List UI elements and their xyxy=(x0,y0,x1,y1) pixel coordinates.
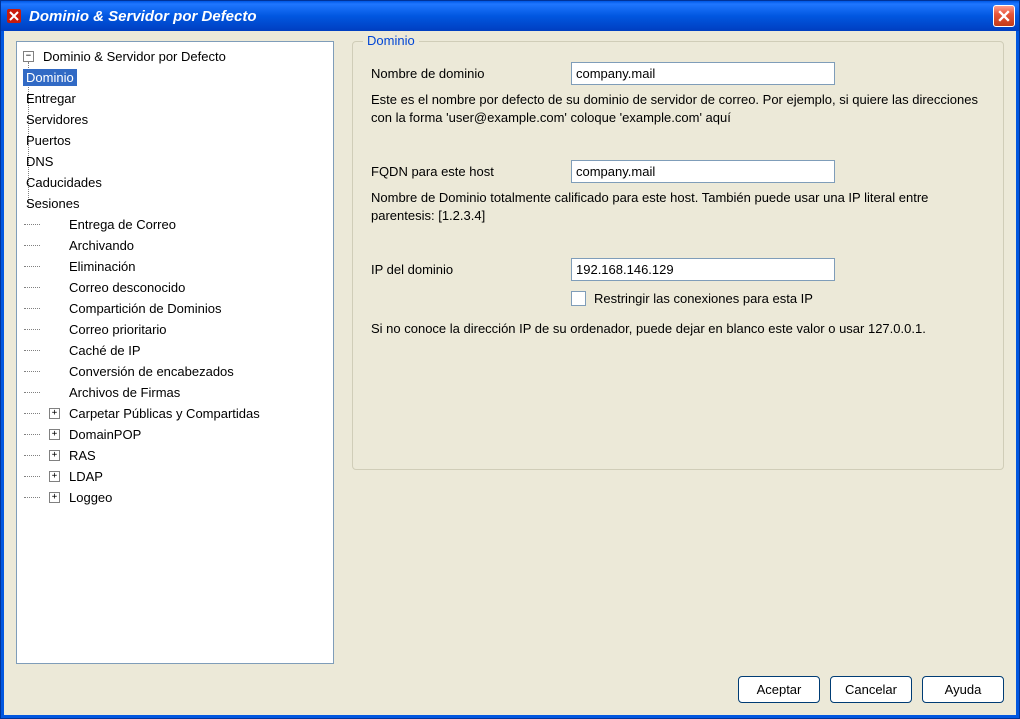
titlebar: Dominio & Servidor por Defecto xyxy=(1,1,1019,31)
tree-item-root[interactable]: − Dominio & Servidor por Defecto xyxy=(19,46,331,67)
tree-item[interactable]: + Carpetar Públicas y Compartidas xyxy=(45,403,331,424)
window-title: Dominio & Servidor por Defecto xyxy=(29,8,993,25)
tree-label: DomainPOP xyxy=(66,426,144,443)
tree-item[interactable]: Archivos de Firmas xyxy=(45,382,331,403)
app-icon xyxy=(5,7,23,25)
tree-label: Caducidades xyxy=(23,174,105,191)
restrict-ip-checkbox[interactable] xyxy=(571,291,586,306)
tree-label: Entrega de Correo xyxy=(66,216,179,233)
tree-label: Eliminación xyxy=(66,258,138,275)
tree-item[interactable]: Entregar xyxy=(19,88,331,109)
tree-label: DNS xyxy=(23,153,56,170)
tree-label: Correo prioritario xyxy=(66,321,170,338)
domain-name-label: Nombre de dominio xyxy=(371,66,571,81)
tree-item[interactable]: Dominio xyxy=(19,67,331,88)
tree-label: Dominio xyxy=(23,69,77,86)
restrict-ip-label: Restringir las conexiones para esta IP xyxy=(594,291,813,306)
ip-label: IP del dominio xyxy=(371,262,571,277)
collapse-icon[interactable]: − xyxy=(23,51,34,62)
ip-input[interactable] xyxy=(571,258,835,281)
close-button[interactable] xyxy=(993,5,1015,27)
tree-item[interactable]: Correo desconocido xyxy=(45,277,331,298)
tree-item[interactable]: + DomainPOP xyxy=(45,424,331,445)
group-title: Dominio xyxy=(363,33,419,48)
tree-label: Caché de IP xyxy=(66,342,144,359)
ip-help: Si no conoce la dirección IP de su orden… xyxy=(371,320,985,338)
expand-icon[interactable]: + xyxy=(49,408,60,419)
help-button[interactable]: Ayuda xyxy=(922,676,1004,703)
domain-name-help: Este es el nombre por defecto de su domi… xyxy=(371,91,985,126)
tree-item[interactable]: Eliminación xyxy=(45,256,331,277)
tree-item[interactable]: Entrega de Correo xyxy=(45,214,331,235)
tree-label: Dominio & Servidor por Defecto xyxy=(40,48,229,65)
tree-item[interactable]: Archivando xyxy=(45,235,331,256)
navigation-tree[interactable]: − Dominio & Servidor por Defecto Dominio… xyxy=(16,41,334,664)
tree-item[interactable]: Caché de IP xyxy=(45,340,331,361)
fqdn-label: FQDN para este host xyxy=(371,164,571,179)
expand-icon[interactable]: + xyxy=(49,450,60,461)
tree-label: RAS xyxy=(66,447,99,464)
expand-icon[interactable]: + xyxy=(49,492,60,503)
domain-name-input[interactable] xyxy=(571,62,835,85)
tree-label: LDAP xyxy=(66,468,106,485)
tree-label: Archivos de Firmas xyxy=(66,384,183,401)
tree-label: Loggeo xyxy=(66,489,115,506)
expand-icon[interactable]: + xyxy=(49,429,60,440)
tree-item[interactable]: + LDAP xyxy=(45,466,331,487)
tree-item[interactable]: + Loggeo xyxy=(45,487,331,508)
tree-item[interactable]: Puertos xyxy=(19,130,331,151)
tree-item[interactable]: Conversión de encabezados xyxy=(45,361,331,382)
tree-label: Servidores xyxy=(23,111,91,128)
tree-label: Puertos xyxy=(23,132,74,149)
tree-label: Carpetar Públicas y Compartidas xyxy=(66,405,263,422)
tree-label: Compartición de Dominios xyxy=(66,300,224,317)
fqdn-input[interactable] xyxy=(571,160,835,183)
tree-label: Archivando xyxy=(66,237,137,254)
button-bar: Aceptar Cancelar Ayuda xyxy=(16,676,1004,703)
tree-item[interactable]: Sesiones xyxy=(19,193,331,214)
tree-label: Sesiones xyxy=(23,195,82,212)
tree-item[interactable]: Compartición de Dominios xyxy=(45,298,331,319)
domain-groupbox: Dominio Nombre de dominio Este es el nom… xyxy=(352,41,1004,470)
tree-item[interactable]: Caducidades xyxy=(19,172,331,193)
tree-item[interactable]: + RAS xyxy=(45,445,331,466)
fqdn-help: Nombre de Dominio totalmente calificado … xyxy=(371,189,985,224)
tree-item[interactable]: Correo prioritario xyxy=(45,319,331,340)
content-panel: Dominio Nombre de dominio Este es el nom… xyxy=(352,41,1004,664)
tree-item[interactable]: Servidores xyxy=(19,109,331,130)
expand-icon[interactable]: + xyxy=(49,471,60,482)
tree-label: Correo desconocido xyxy=(66,279,188,296)
ok-button[interactable]: Aceptar xyxy=(738,676,820,703)
tree-item[interactable]: DNS xyxy=(19,151,331,172)
tree-label: Conversión de encabezados xyxy=(66,363,237,380)
cancel-button[interactable]: Cancelar xyxy=(830,676,912,703)
tree-label: Entregar xyxy=(23,90,79,107)
